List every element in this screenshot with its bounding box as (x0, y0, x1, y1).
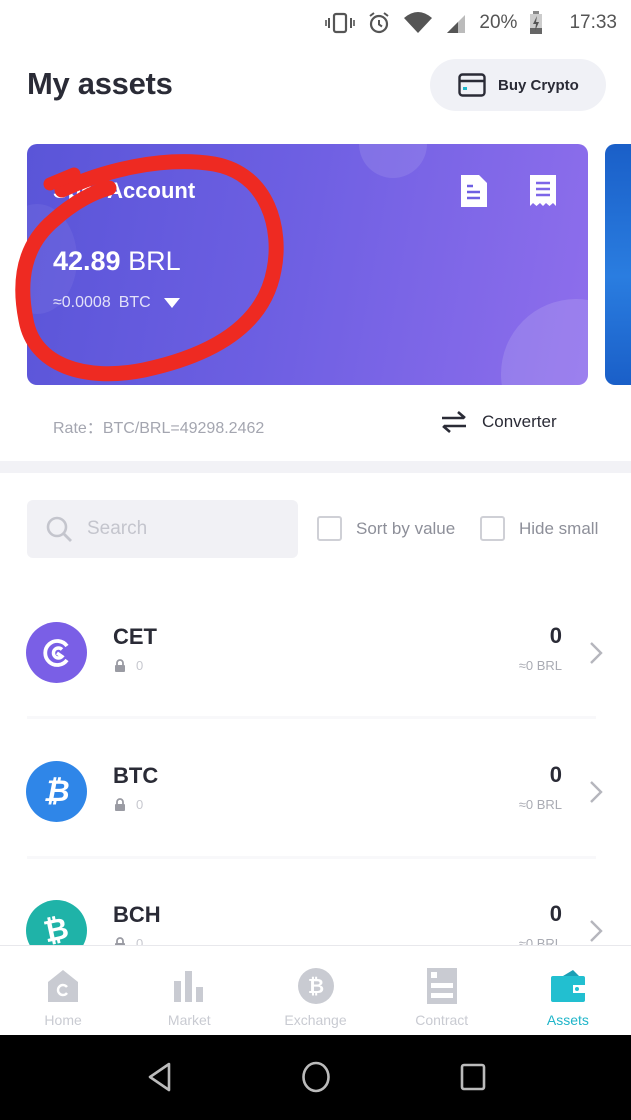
row-divider (27, 716, 596, 719)
card-decoration (501, 299, 588, 385)
coinex-icon (26, 622, 87, 683)
asset-row-btc[interactable]: ₿ BTC 0 0 ≈0 BRL (0, 761, 631, 881)
status-bar: 20% 17:33 (0, 0, 631, 46)
rate-label: Rate： (53, 420, 103, 437)
bitcoin-icon: ₿ (26, 761, 87, 822)
btc-equivalent-value: ≈0.0008 (53, 294, 111, 311)
next-account-card[interactable] (605, 144, 631, 385)
account-balance: 42.89 BRL (53, 246, 181, 277)
nav-assets-label: Assets (546, 1012, 589, 1028)
btc-equivalent[interactable]: ≈0.0008 BTC (53, 294, 181, 312)
wifi-icon (404, 12, 433, 33)
back-icon[interactable] (145, 1060, 175, 1094)
nav-assets[interactable]: Assets (505, 946, 631, 1035)
asset-symbol: CET (113, 624, 157, 649)
nav-market[interactable]: Market (126, 946, 252, 1035)
converter-label: Converter (482, 412, 557, 431)
chevron-right-icon (590, 781, 603, 803)
buy-crypto-button[interactable]: Buy Crypto (430, 59, 606, 111)
search-icon (46, 516, 72, 542)
section-divider (0, 461, 631, 473)
chevron-right-icon (590, 642, 603, 664)
market-icon (169, 966, 209, 1006)
balance-currency: BRL (128, 246, 181, 276)
system-nav-bar (0, 1035, 631, 1120)
bottom-nav: Home Market ₿ Exchange Contract Assets (0, 945, 631, 1035)
nav-exchange[interactable]: ₿ Exchange (252, 946, 378, 1035)
sort-by-value-checkbox[interactable] (317, 516, 342, 541)
buy-crypto-label: Buy Crypto (498, 76, 579, 94)
asset-locked: 0 (114, 658, 143, 673)
search-input[interactable] (87, 518, 277, 540)
search-box[interactable] (27, 500, 298, 558)
wallet-icon (548, 966, 588, 1006)
btc-equivalent-unit: BTC (118, 294, 151, 311)
balance-value: 42.89 (53, 246, 121, 276)
home-circle-icon[interactable] (300, 1060, 332, 1094)
exchange-icon: ₿ (296, 966, 336, 1006)
home-icon (43, 966, 83, 1006)
spot-account-card[interactable]: Spot Account 42.89 BRL ≈0.0008 BTC (27, 144, 588, 385)
account-title: Spot Account (53, 178, 196, 203)
document-icon[interactable] (458, 173, 490, 209)
swap-arrows-icon (442, 411, 466, 433)
nav-market-label: Market (167, 1012, 211, 1028)
battery-charging-icon (530, 11, 543, 34)
nav-exchange-label: Exchange (284, 1012, 347, 1028)
svg-text:₿: ₿ (307, 974, 323, 998)
sort-by-value-toggle[interactable]: Sort by value (317, 516, 455, 541)
vibrate-icon (325, 12, 356, 34)
asset-locked: 0 (114, 797, 143, 812)
clock: 17:33 (569, 12, 617, 33)
card-decoration (359, 144, 427, 178)
nav-home[interactable]: Home (0, 946, 126, 1035)
recents-icon[interactable] (458, 1060, 488, 1094)
asset-fiat-value: ≈0 BRL (518, 797, 562, 812)
asset-symbol: BTC (113, 763, 159, 788)
alarm-icon (369, 12, 390, 34)
hide-small-label: Hide small (519, 518, 599, 538)
row-divider (27, 856, 596, 859)
signal-icon (447, 15, 466, 33)
contract-icon (422, 966, 462, 1006)
asset-amount: 0 (549, 762, 562, 787)
receipt-icon[interactable] (527, 173, 559, 209)
chevron-right-icon (590, 920, 603, 942)
exchange-rate: Rate：BTC/BRL=49298.2462 (53, 414, 264, 438)
battery-percent: 20% (479, 12, 518, 33)
card-icon (458, 73, 486, 97)
rate-value: BTC/BRL=49298.2462 (102, 420, 265, 437)
nav-home-label: Home (44, 1012, 82, 1028)
locked-amount: 0 (136, 658, 144, 673)
converter-button[interactable]: Converter (440, 410, 557, 434)
sort-by-value-label: Sort by value (356, 518, 456, 538)
nav-contract[interactable]: Contract (379, 946, 505, 1035)
lock-icon (115, 659, 125, 672)
asset-symbol: BCH (113, 902, 161, 927)
asset-amount: 0 (549, 901, 562, 926)
hide-small-toggle[interactable]: Hide small (480, 516, 598, 541)
nav-contract-label: Contract (415, 1012, 469, 1028)
hide-small-checkbox[interactable] (480, 516, 505, 541)
lock-icon (115, 798, 125, 811)
asset-amount: 0 (549, 623, 562, 648)
locked-amount: 0 (136, 797, 144, 812)
asset-fiat-value: ≈0 BRL (518, 658, 562, 673)
page-title: My assets (27, 66, 173, 101)
caret-down-icon[interactable] (163, 297, 181, 309)
asset-row-cet[interactable]: CET 0 0 ≈0 BRL (0, 622, 631, 742)
